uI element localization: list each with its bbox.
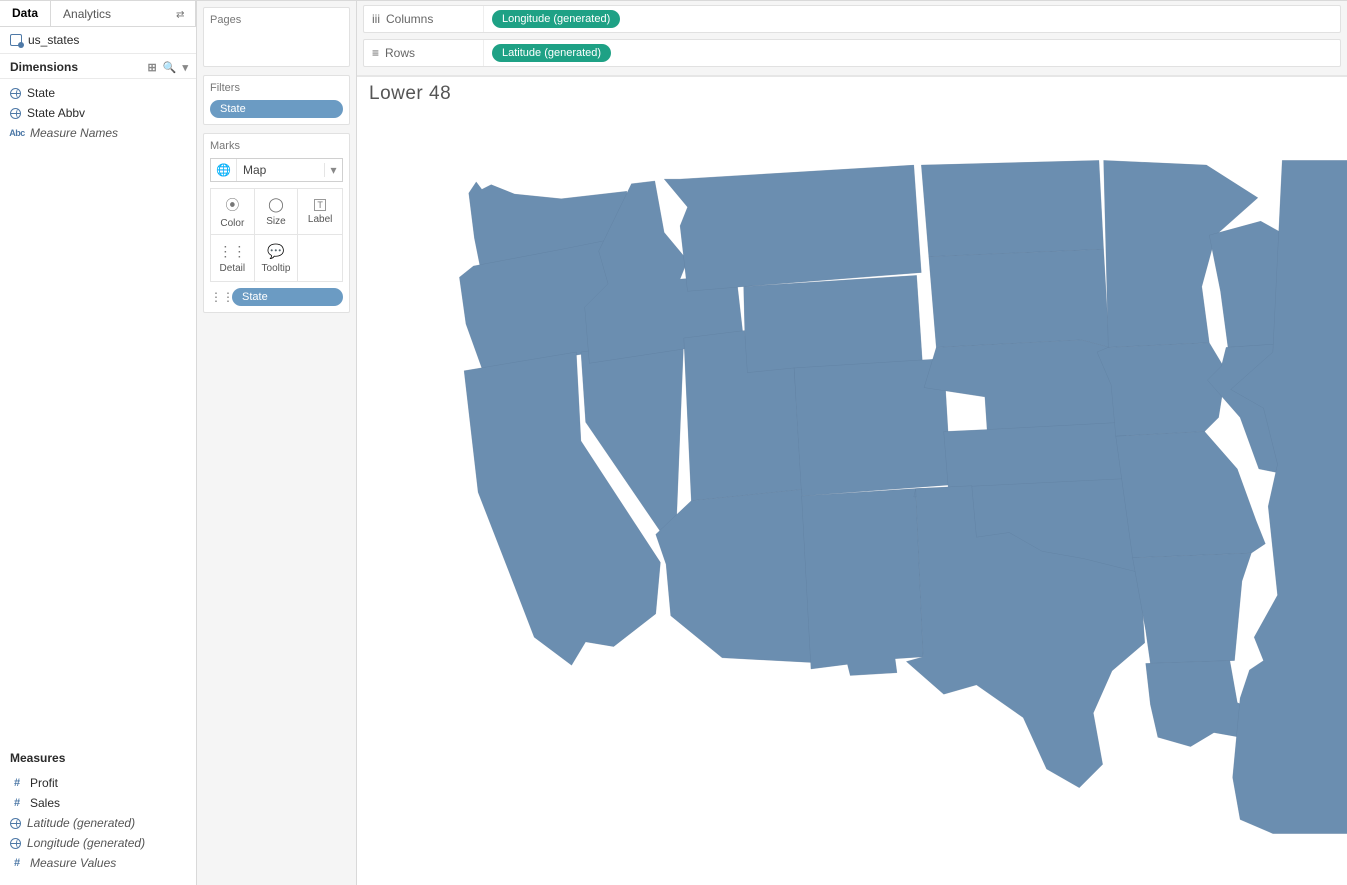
chevron-down-icon: ▾	[324, 163, 342, 177]
dimension-measure-names[interactable]: Abc Measure Names	[0, 123, 196, 143]
dimension-state-abbv[interactable]: State Abbv	[0, 103, 196, 123]
detail-icon: ⋮⋮	[218, 243, 246, 260]
globe-icon	[10, 88, 21, 99]
us-map-svg	[422, 137, 1347, 885]
rows-pill-latitude[interactable]: Latitude (generated)	[492, 44, 611, 62]
measure-sales[interactable]: # Sales	[0, 793, 196, 813]
cell-label: Size	[266, 216, 285, 227]
menu-caret-icon[interactable]: ▾	[182, 61, 188, 74]
tooltip-icon: 💬	[267, 243, 284, 260]
map-type-icon: 🌐	[211, 159, 237, 181]
tab-analytics-label: Analytics	[63, 7, 111, 21]
mark-pill-state[interactable]: State	[232, 288, 343, 306]
marks-card: Marks 🌐 Map ▾ ⦿ Color ◯ Size T Label ⋮⋮ Deta…	[203, 133, 350, 313]
field-label: Measure Values	[30, 856, 116, 870]
swap-icon: ⇅	[173, 10, 184, 18]
mark-detail-row: ⋮⋮ State	[210, 288, 343, 306]
rows-icon: ≡	[372, 46, 379, 60]
rows-label: Rows	[385, 46, 415, 60]
globe-icon	[10, 108, 21, 119]
field-label: State Abbv	[27, 106, 85, 120]
rows-shelf[interactable]: ≡ Rows Latitude (generated)	[363, 39, 1341, 67]
field-label: State	[27, 86, 55, 100]
measures-header: Measures	[0, 743, 196, 769]
field-label: Measure Names	[30, 126, 118, 140]
columns-pill-longitude[interactable]: Longitude (generated)	[492, 10, 620, 28]
cell-label: Label	[308, 214, 332, 225]
columns-shelf[interactable]: iii Columns Longitude (generated)	[363, 5, 1341, 33]
measure-values[interactable]: # Measure Values	[0, 853, 196, 873]
dimensions-list: State State Abbv Abc Measure Names	[0, 79, 196, 147]
filters-shelf[interactable]: Filters State	[203, 75, 350, 125]
measure-latitude[interactable]: Latitude (generated)	[0, 813, 196, 833]
filter-pill-state[interactable]: State	[210, 100, 343, 118]
dimension-state[interactable]: State	[0, 83, 196, 103]
marks-label: Marks	[210, 140, 343, 152]
cell-label: Detail	[220, 263, 246, 274]
tab-data[interactable]: Data	[0, 1, 51, 26]
globe-icon	[10, 818, 21, 829]
sheet-title[interactable]: Lower 48	[369, 83, 451, 105]
marks-grid: ⦿ Color ◯ Size T Label ⋮⋮ Detail 💬 Tooltip	[210, 188, 343, 282]
side-tabs: Data Analytics ⇅	[0, 1, 196, 27]
marks-tooltip[interactable]: 💬 Tooltip	[255, 235, 299, 281]
map-visualization[interactable]	[422, 137, 1347, 885]
label-icon: T	[314, 199, 326, 211]
viz-canvas[interactable]: Lower 48	[357, 76, 1347, 885]
marks-color[interactable]: ⦿ Color	[211, 189, 255, 235]
datasource-icon	[10, 34, 22, 46]
column-row-shelves: iii Columns Longitude (generated) ≡ Rows L…	[357, 1, 1347, 76]
columns-label: Columns	[386, 12, 433, 26]
detail-pill-icon[interactable]: ⋮⋮	[210, 290, 228, 304]
cell-label: Tooltip	[262, 263, 291, 274]
data-pane: Data Analytics ⇅ us_states Dimensions ⊞ …	[0, 1, 197, 885]
hash-icon: #	[10, 856, 24, 870]
field-label: Longitude (generated)	[27, 836, 145, 850]
field-label: Latitude (generated)	[27, 816, 135, 830]
dimensions-label: Dimensions	[10, 60, 78, 74]
field-label: Profit	[30, 776, 58, 790]
app-root: Data Analytics ⇅ us_states Dimensions ⊞ …	[0, 0, 1347, 885]
size-icon: ◯	[268, 196, 284, 213]
cell-label: Color	[220, 218, 244, 229]
pages-label: Pages	[210, 14, 343, 26]
columns-icon: iii	[372, 12, 380, 26]
marks-size[interactable]: ◯ Size	[255, 189, 299, 235]
color-icon: ⦿	[225, 195, 239, 215]
datasource-row[interactable]: us_states	[0, 27, 196, 54]
dimensions-header: Dimensions ⊞ 🔍 ▾	[0, 54, 196, 79]
marks-label[interactable]: T Label	[298, 189, 342, 235]
filters-label: Filters	[210, 82, 343, 94]
abc-icon: Abc	[10, 126, 24, 140]
globe-icon	[10, 838, 21, 849]
hash-icon: #	[10, 796, 24, 810]
shelves-column: Pages Filters State Marks 🌐 Map ▾ ⦿ Color…	[197, 1, 357, 885]
mark-type-label: Map	[237, 163, 324, 177]
view-as-icon[interactable]: ⊞	[148, 61, 157, 74]
pages-shelf[interactable]: Pages	[203, 7, 350, 67]
hash-icon: #	[10, 776, 24, 790]
marks-detail[interactable]: ⋮⋮ Detail	[211, 235, 255, 281]
mark-type-selector[interactable]: 🌐 Map ▾	[210, 158, 343, 182]
measures-list: # Profit # Sales Latitude (generated) Long…	[0, 769, 196, 885]
measure-longitude[interactable]: Longitude (generated)	[0, 833, 196, 853]
marks-empty	[298, 235, 342, 281]
datasource-name: us_states	[28, 33, 79, 47]
search-icon[interactable]: 🔍	[163, 61, 177, 74]
measure-profit[interactable]: # Profit	[0, 773, 196, 793]
main-area: iii Columns Longitude (generated) ≡ Rows L…	[357, 1, 1347, 885]
field-label: Sales	[30, 796, 60, 810]
tab-analytics[interactable]: Analytics ⇅	[51, 1, 196, 26]
